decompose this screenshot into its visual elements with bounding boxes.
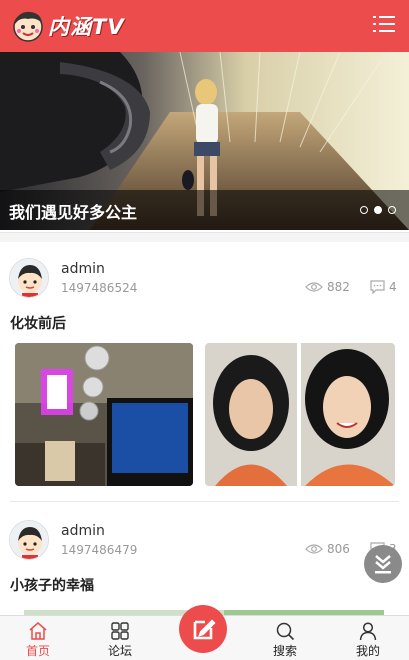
comment-icon bbox=[370, 280, 385, 294]
app-title: 内涵TV bbox=[48, 15, 125, 39]
nav-forum-label: 论坛 bbox=[107, 644, 132, 658]
eye-icon bbox=[305, 544, 323, 554]
post-card[interactable]: admin 1497486479 806 3 小孩子的幸福 bbox=[0, 504, 409, 615]
post-title[interactable]: 小孩子的幸福 bbox=[10, 575, 94, 595]
app-header: 内涵TV bbox=[0, 0, 409, 52]
carousel-dot-active[interactable] bbox=[374, 206, 382, 214]
office-photo bbox=[15, 343, 193, 486]
view-count-value: 882 bbox=[327, 280, 350, 294]
post-separator bbox=[10, 501, 399, 502]
post-card[interactable]: admin 1497486524 882 4 化妆前后 bbox=[0, 242, 409, 502]
nav-profile-label: 我的 bbox=[355, 644, 380, 658]
nav-home[interactable]: 首页 bbox=[8, 616, 68, 660]
view-count: 806 bbox=[305, 542, 350, 556]
nav-search-label: 搜索 bbox=[272, 644, 297, 658]
avatar[interactable] bbox=[9, 258, 49, 298]
nav-profile[interactable]: 我的 bbox=[338, 616, 398, 660]
app-logo[interactable]: 内涵TV bbox=[10, 6, 125, 46]
comment-count-value: 4 bbox=[389, 280, 397, 294]
avatar[interactable] bbox=[9, 520, 49, 560]
post-image[interactable] bbox=[205, 343, 395, 486]
post-timestamp: 1497486479 bbox=[61, 543, 138, 557]
carousel-indicators bbox=[360, 206, 396, 214]
makeup-photo bbox=[205, 343, 395, 486]
new-post-button[interactable] bbox=[179, 605, 227, 653]
post-author[interactable]: admin bbox=[61, 261, 105, 277]
view-count: 882 bbox=[305, 280, 350, 294]
double-chevron-down-icon bbox=[375, 555, 391, 574]
home-icon bbox=[29, 622, 47, 640]
banner-caption-bar: 我们遇见好多公主 bbox=[0, 190, 409, 230]
scroll-down-button[interactable] bbox=[364, 545, 402, 583]
search-icon bbox=[276, 622, 295, 641]
cartoon-avatar-icon bbox=[10, 259, 48, 297]
section-divider bbox=[0, 232, 409, 242]
banner-carousel[interactable]: 我们遇见好多公主 bbox=[0, 52, 409, 230]
post-title[interactable]: 化妆前后 bbox=[10, 313, 66, 333]
nav-search[interactable]: 搜索 bbox=[255, 616, 315, 660]
comment-count[interactable]: 4 bbox=[370, 280, 397, 294]
edit-icon bbox=[193, 619, 216, 640]
menu-button[interactable] bbox=[373, 16, 395, 36]
post-timestamp: 1497486524 bbox=[61, 281, 138, 295]
view-count-value: 806 bbox=[327, 542, 350, 556]
eye-icon bbox=[305, 282, 323, 292]
user-icon bbox=[359, 622, 377, 641]
carousel-dot[interactable] bbox=[388, 206, 396, 214]
post-author[interactable]: admin bbox=[61, 523, 105, 539]
cartoon-avatar-icon bbox=[10, 521, 48, 559]
nav-forum[interactable]: 论坛 bbox=[90, 616, 150, 660]
cartoon-boy-logo-icon bbox=[13, 11, 43, 42]
post-image[interactable] bbox=[15, 343, 193, 486]
carousel-dot[interactable] bbox=[360, 206, 368, 214]
banner-caption: 我们遇见好多公主 bbox=[9, 203, 138, 222]
nav-home-label: 首页 bbox=[25, 644, 50, 658]
grid-icon bbox=[111, 622, 129, 640]
